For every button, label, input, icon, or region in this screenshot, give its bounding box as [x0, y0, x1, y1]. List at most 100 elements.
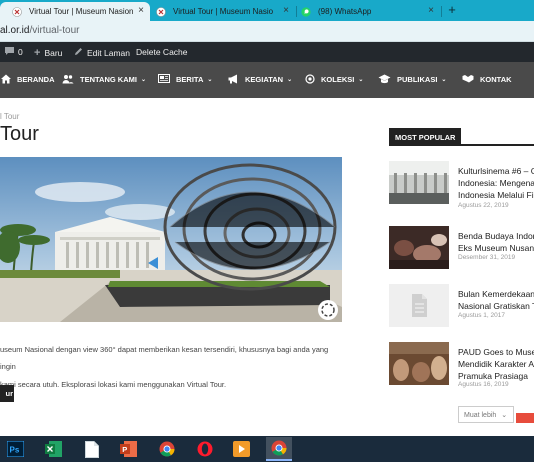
delete-cache-label: Delete Cache	[136, 47, 188, 57]
description-line: kami secara utuh. Eksplorasi lokasi kami…	[0, 380, 227, 389]
nav-label: KEGIATAN	[245, 74, 284, 84]
pencil-icon	[74, 47, 83, 58]
browser-tab-virtual-tour-1[interactable]: Virtual Tour | Museum Nasional I ×	[0, 2, 150, 21]
comments-button[interactable]: 0	[5, 47, 23, 57]
popular-post-item[interactable]: PAUD Goes to Muse Mendidik Karakter A Pr…	[389, 342, 534, 388]
tab-close-icon[interactable]: ×	[428, 5, 434, 16]
page-title: Tour	[0, 123, 39, 145]
chevron-down-icon: ⌄	[140, 76, 146, 83]
comment-icon	[5, 47, 14, 57]
load-more-label: Muat lebih	[464, 412, 497, 419]
handshake-icon	[462, 74, 474, 84]
post-title-line: Bulan Kemerdekaan	[458, 289, 534, 299]
nav-label: BERITA	[176, 74, 204, 84]
address-bar[interactable]: al.or.id/virtual-tour	[0, 21, 534, 42]
post-title[interactable]: PAUD Goes to Muse Mendidik Karakter A Pr…	[458, 346, 534, 382]
target-icon	[305, 74, 315, 84]
chrome-icon[interactable]	[157, 440, 176, 458]
graduation-cap-icon	[378, 74, 391, 84]
most-popular-heading: MOST POPULAR	[389, 128, 534, 146]
popular-post-item[interactable]: Benda Budaya Indon Eks Museum Nusant Des…	[389, 226, 534, 271]
browser-tab-strip: Virtual Tour | Museum Nasional I × Virtu…	[0, 0, 534, 21]
post-date: Agustus 1, 2017	[458, 312, 505, 319]
main-navigation: BERANDA TENTANG KAMI ⌄ BERITA ⌄ KEGIATAN…	[0, 62, 534, 98]
comments-count: 0	[18, 47, 23, 57]
browser-tab-whatsapp[interactable]: (98) WhatsApp ×	[297, 2, 442, 21]
url-path: /virtual-tour	[29, 25, 80, 36]
megaphone-icon	[228, 74, 239, 84]
post-title[interactable]: Bulan Kemerdekaan Nasional Gratiskan T	[458, 288, 534, 312]
edit-page-button[interactable]: Edit Laman	[74, 47, 130, 58]
tab-title: Virtual Tour | Museum Nasional I	[173, 7, 273, 16]
photoshop-icon[interactable]: Ps	[6, 440, 25, 458]
nav-item-tentang-kami[interactable]: TENTANG KAMI ⌄	[62, 74, 146, 84]
whatsapp-icon	[301, 6, 311, 17]
page-description: useum Nasional dengan view 360° dapat me…	[0, 341, 345, 393]
browser-tab-virtual-tour-2[interactable]: Virtual Tour | Museum Nasional I ×	[152, 2, 297, 21]
opera-icon[interactable]	[195, 440, 214, 458]
plus-icon: +	[34, 47, 41, 59]
nav-item-berita[interactable]: BERITA ⌄	[158, 74, 212, 84]
post-title-line: Indonesia: Mengenal	[458, 178, 534, 188]
svg-text:P: P	[122, 445, 127, 454]
post-title[interactable]: Benda Budaya Indon Eks Museum Nusant	[458, 230, 534, 254]
popular-post-item[interactable]: Bulan Kemerdekaan Nasional Gratiskan T A…	[389, 284, 534, 329]
chevron-down-icon: ⌄	[287, 76, 293, 83]
new-tab-button[interactable]: +	[444, 2, 460, 17]
svg-text:Ps: Ps	[10, 446, 20, 455]
media-player-icon[interactable]	[232, 440, 251, 458]
tab-title: (98) WhatsApp	[318, 7, 372, 16]
newspaper-icon	[158, 74, 170, 84]
edit-label: Edit Laman	[87, 47, 130, 58]
post-title-line: Nasional Gratiskan T	[458, 301, 534, 311]
chevron-down-icon: ⌄	[501, 412, 508, 419]
breadcrumb[interactable]: l Tour	[0, 112, 19, 121]
nav-label: KONTAK	[480, 74, 512, 84]
post-title-line: PAUD Goes to Muse	[458, 347, 534, 357]
popular-post-item[interactable]: Kulturlsinema #6 – C Indonesia: Mengenal…	[389, 161, 534, 209]
post-thumbnail[interactable]	[389, 284, 449, 327]
post-thumbnail[interactable]	[389, 161, 449, 204]
file-icon[interactable]	[82, 440, 101, 458]
post-date: Agustus 22, 2019	[458, 202, 509, 209]
most-popular-label: MOST POPULAR	[389, 128, 462, 146]
tab-separator	[441, 6, 442, 17]
url-text[interactable]: al.or.id/virtual-tour	[0, 25, 79, 36]
nav-item-kontak[interactable]: KONTAK	[462, 74, 512, 84]
tab-close-icon[interactable]: ×	[283, 5, 289, 16]
nav-label: TENTANG KAMI	[80, 74, 137, 84]
virtual-tour-button[interactable]: ur	[0, 385, 14, 402]
chevron-down-icon: ⌄	[358, 76, 364, 83]
tab-close-icon[interactable]: ×	[138, 5, 144, 16]
nav-item-beranda[interactable]: BERANDA	[1, 74, 55, 84]
post-title-line: Benda Budaya Indon	[458, 231, 534, 241]
nav-item-kegiatan[interactable]: KEGIATAN ⌄	[228, 74, 292, 84]
post-title-line: Eks Museum Nusant	[458, 243, 534, 253]
virtual-tour-hero-image[interactable]	[0, 157, 342, 322]
post-title[interactable]: Kulturlsinema #6 – C Indonesia: Mengenal…	[458, 165, 534, 201]
load-more-button[interactable]: Muat lebih ⌄	[458, 406, 514, 423]
post-date: Desember 31, 2019	[458, 254, 516, 261]
home-icon	[1, 74, 11, 84]
description-line: useum Nasional dengan view 360° dapat me…	[0, 345, 329, 371]
post-title-line: Kulturlsinema #6 – C	[458, 166, 534, 176]
powerpoint-icon[interactable]: P	[119, 440, 138, 458]
post-title-line: Indonesia Melalui Fi	[458, 190, 534, 200]
nav-label: KOLEKSI	[321, 74, 355, 84]
chrome-active-icon[interactable]	[266, 437, 292, 461]
nav-label: BERANDA	[17, 74, 55, 84]
tab-title: Virtual Tour | Museum Nasional I	[29, 7, 133, 16]
museum-favicon-icon	[12, 6, 22, 17]
nav-item-koleksi[interactable]: KOLEKSI ⌄	[305, 74, 363, 84]
windows-taskbar: Ps P	[0, 436, 534, 462]
wp-admin-bar: 0 + Baru Edit Laman Delete Cache	[0, 42, 534, 62]
floating-red-tab[interactable]	[516, 413, 534, 423]
nav-item-publikasi[interactable]: PUBLIKASI ⌄	[378, 74, 446, 84]
new-content-button[interactable]: + Baru	[34, 47, 62, 59]
delete-cache-button[interactable]: Delete Cache	[136, 47, 188, 57]
new-label: Baru	[44, 48, 63, 58]
excel-icon[interactable]	[44, 440, 63, 458]
chevron-down-icon: ⌄	[441, 76, 447, 83]
post-thumbnail[interactable]	[389, 342, 449, 385]
post-thumbnail[interactable]	[389, 226, 449, 269]
